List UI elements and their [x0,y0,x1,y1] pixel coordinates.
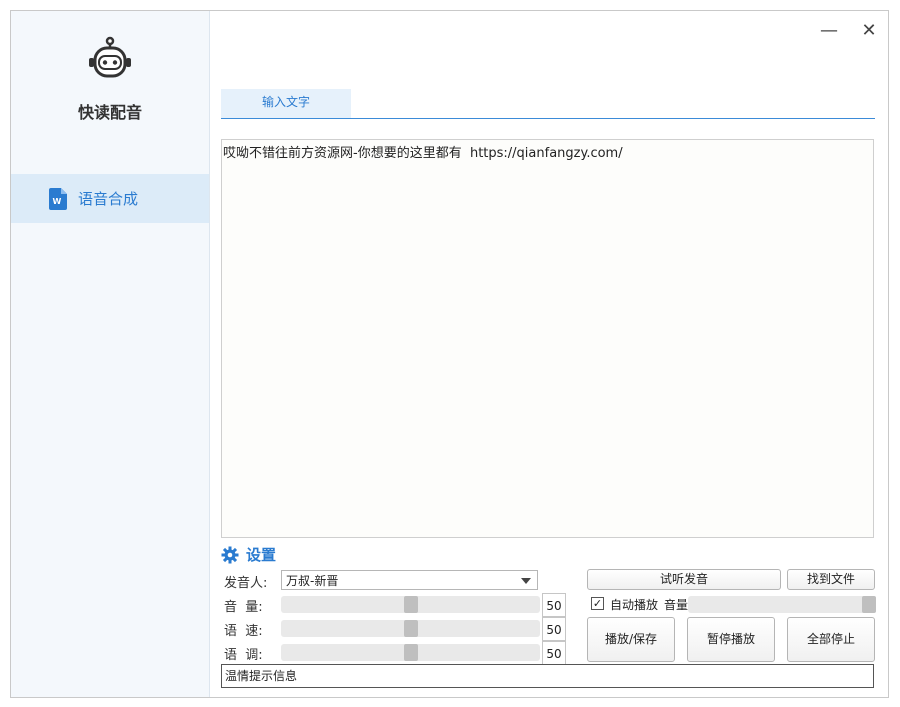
svg-text:W: W [53,197,62,206]
volume-label: 音 量: [224,600,263,615]
playback-volume-thumb[interactable] [862,596,876,613]
play-save-button[interactable]: 播放/保存 [587,617,675,662]
pause-button[interactable]: 暂停播放 [687,617,775,662]
speed-value-box[interactable]: 50 [542,617,566,641]
settings-title: 设置 [246,546,277,564]
autoplay-label: 自动播放 [610,598,659,612]
voice-label: 发音人: [224,576,268,591]
pitch-slider[interactable] [281,644,540,661]
word-document-icon: W [49,187,67,210]
voice-select-value: 万叔-新晋 [286,574,339,588]
status-bar: 温情提示信息 [221,664,874,688]
volume-value-box[interactable]: 50 [542,593,566,617]
pitch-label: 语 调: [224,648,263,663]
volume-slider-thumb[interactable] [403,596,418,613]
text-input-area[interactable]: 哎呦不错往前方资源网-你想要的这里都有 https://qianfangzy.c… [221,139,874,538]
tab-underline [221,118,875,119]
volume-slider[interactable] [281,596,540,613]
gear-icon [221,546,239,563]
playback-volume-slider[interactable] [688,596,876,613]
settings-header: 设置 [221,544,276,565]
robot-logo-icon [11,36,209,94]
app-title: 快读配音 [77,103,142,122]
speed-label: 语 速: [224,624,263,639]
pitch-value-box[interactable]: 50 [542,641,566,665]
voice-select[interactable]: 万叔-新晋 [281,570,538,590]
sidebar-item-speech-synthesis[interactable]: W 语音合成 [11,174,209,223]
playback-volume-label: 音量 [664,598,689,612]
preview-button[interactable]: 试听发音 [587,569,781,590]
chevron-down-icon [521,578,531,584]
checkmark-icon: ✓ [592,597,603,610]
minimize-button[interactable]: — [819,21,839,41]
sidebar-item-label: 语音合成 [78,190,139,208]
sidebar: 快读配音 W 语音合成 [11,11,210,697]
autoplay-checkbox[interactable]: ✓ [591,597,604,610]
main-window: 快读配音 W 语音合成 — ✕ 输入文字 哎呦不错往前方资源网-你想要的这里都有… [10,10,889,698]
pitch-slider-thumb[interactable] [403,644,418,661]
stop-all-button[interactable]: 全部停止 [787,617,875,662]
find-file-button[interactable]: 找到文件 [787,569,875,590]
tab-input-text[interactable]: 输入文字 [221,89,351,118]
speed-slider[interactable] [281,620,540,637]
close-button[interactable]: ✕ [859,21,879,41]
speed-slider-thumb[interactable] [403,620,418,637]
